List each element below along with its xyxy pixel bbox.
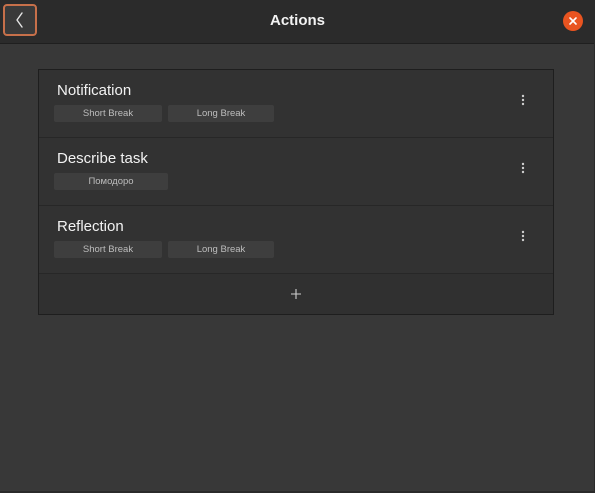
action-tags: Short Break Long Break bbox=[54, 241, 280, 258]
row-menu-button[interactable] bbox=[513, 90, 533, 110]
add-action-button[interactable] bbox=[39, 274, 553, 314]
header-bar: Actions bbox=[0, 0, 595, 44]
actions-list: Notification Short Break Long Break Desc… bbox=[38, 69, 554, 315]
vertical-dots-icon bbox=[521, 162, 525, 174]
action-tags: Short Break Long Break bbox=[54, 105, 280, 122]
tag-chip: Short Break bbox=[54, 241, 162, 258]
row-menu-button[interactable] bbox=[513, 158, 533, 178]
tag-chip: Помодоро bbox=[54, 173, 168, 190]
action-tags: Помодоро bbox=[54, 173, 174, 190]
close-icon bbox=[569, 17, 577, 25]
close-button[interactable] bbox=[563, 11, 583, 31]
row-menu-button[interactable] bbox=[513, 226, 533, 246]
tag-chip: Short Break bbox=[54, 105, 162, 122]
action-row-reflection[interactable]: Reflection Short Break Long Break bbox=[39, 206, 553, 274]
action-row-describe-task[interactable]: Describe task Помодоро bbox=[39, 138, 553, 206]
action-row-notification[interactable]: Notification Short Break Long Break bbox=[39, 70, 553, 138]
plus-icon bbox=[291, 289, 301, 299]
action-title: Reflection bbox=[57, 218, 124, 235]
tag-chip: Long Break bbox=[168, 241, 274, 258]
vertical-dots-icon bbox=[521, 94, 525, 106]
page-title: Actions bbox=[269, 12, 325, 29]
action-title: Notification bbox=[57, 82, 132, 99]
tag-chip: Long Break bbox=[168, 105, 274, 122]
vertical-dots-icon bbox=[521, 230, 525, 242]
action-title: Describe task bbox=[57, 150, 148, 167]
